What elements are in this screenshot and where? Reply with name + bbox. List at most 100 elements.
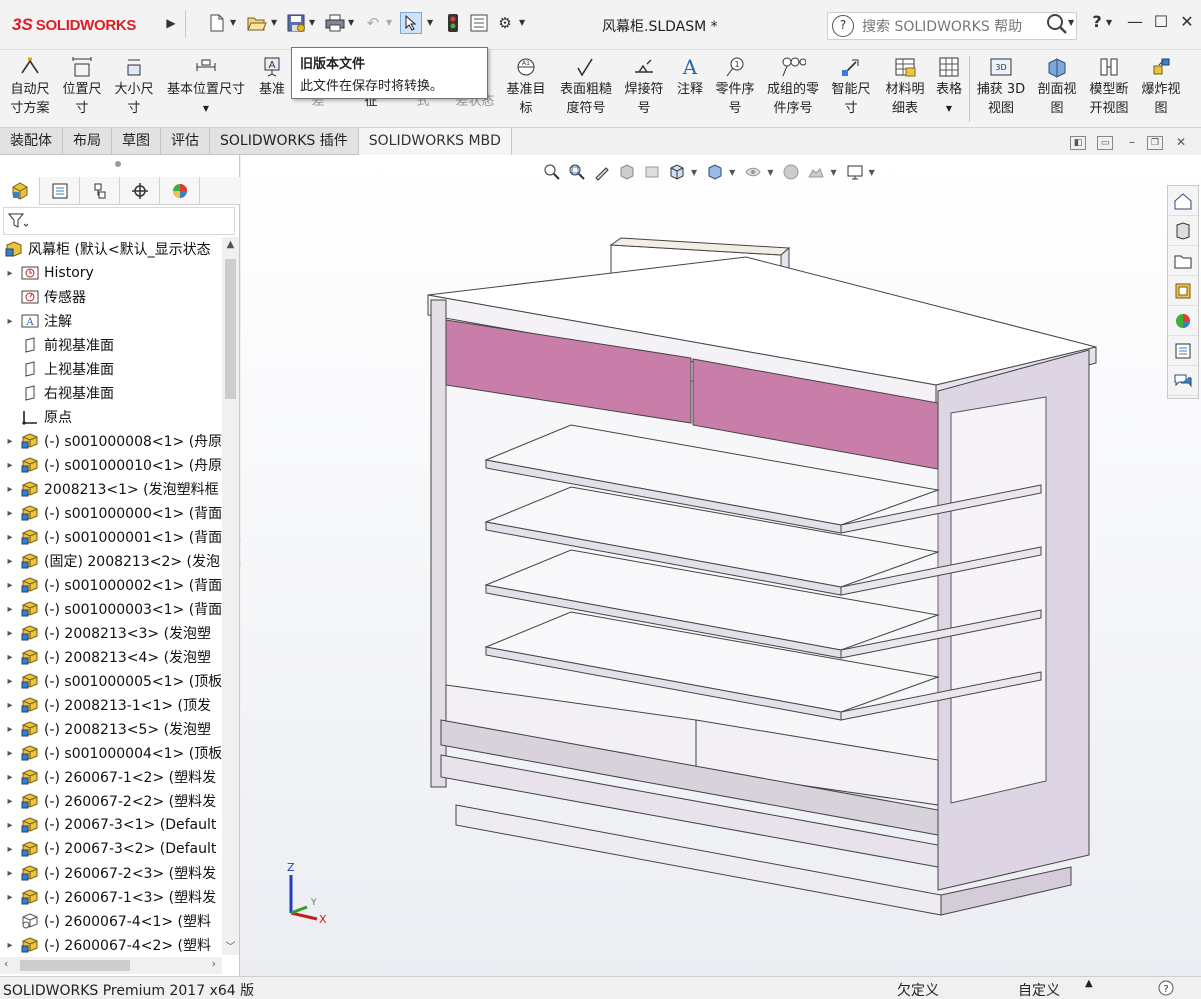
basic-location-dim-button[interactable]: 基本位置尺寸 ▼ <box>162 54 250 124</box>
doc-restore-icon[interactable]: ❐ <box>1147 136 1163 150</box>
tab-evaluate[interactable]: 评估 <box>161 128 210 155</box>
property-manager-tab-icon[interactable] <box>40 177 80 205</box>
configuration-manager-tab-icon[interactable] <box>80 177 120 205</box>
expand-arrow-icon[interactable]: ▸ <box>0 556 20 567</box>
basic-location-dropdown-icon[interactable]: ▼ <box>162 99 250 118</box>
expand-menu-icon[interactable]: ▶ <box>160 12 182 34</box>
doc-close-icon[interactable]: ✕ <box>1173 136 1189 150</box>
tree-item[interactable]: ▸ (-) 2008213-1<1> (顶发 <box>0 693 222 717</box>
model-break-view-button[interactable]: 模型断 开视图 <box>1084 54 1134 124</box>
expand-arrow-icon[interactable]: ▸ <box>0 436 20 447</box>
close-icon[interactable]: ✕ <box>1176 12 1198 36</box>
surface-finish-button[interactable]: 表面粗糙 度符号 <box>556 54 616 124</box>
expand-arrow-icon[interactable]: ▸ <box>0 940 20 951</box>
help-button[interactable]: ? <box>1086 12 1108 36</box>
tree-item[interactable]: ▸ (-) 260067-1<3> (塑料发 <box>0 885 222 909</box>
search-dropdown-icon[interactable]: ▼ <box>1068 18 1074 27</box>
hscroll-thumb[interactable] <box>20 960 130 971</box>
options-dropdown-icon[interactable]: ▼ <box>519 18 525 27</box>
tree-item[interactable]: ▸ (-) 2008213<5> (发泡塑 <box>0 717 222 741</box>
search-input[interactable]: 搜索 SOLIDWORKS 帮助 <box>862 16 1046 36</box>
tree-item[interactable]: ▸ History <box>0 261 222 285</box>
expand-arrow-icon[interactable]: ▸ <box>0 532 20 543</box>
tab-sketch[interactable]: 草图 <box>112 128 161 155</box>
scroll-left-icon[interactable]: ‹ <box>4 957 8 970</box>
location-dim-button[interactable]: 位置尺 寸 <box>58 54 106 124</box>
undo-dropdown-icon[interactable]: ▼ <box>386 18 392 27</box>
select-dropdown-icon[interactable]: ▼ <box>427 18 433 27</box>
tree-item[interactable]: ▸ (-) 20067-3<1> (Default <box>0 813 222 837</box>
note-button[interactable]: A 注释 <box>672 54 708 124</box>
tree-item[interactable]: ▸ 2008213<1> (发泡塑料框 <box>0 477 222 501</box>
view-palette-icon[interactable] <box>1168 276 1198 306</box>
solidworks-logo[interactable]: 3S SOLIDWORKS <box>12 10 154 40</box>
viewport-restore-icon[interactable]: ◧ <box>1070 136 1086 150</box>
tab-layout[interactable]: 布局 <box>63 128 112 155</box>
expand-arrow-icon[interactable]: ▸ <box>0 772 20 783</box>
tree-vertical-scrollbar[interactable]: ▲ ﹀ <box>222 237 239 955</box>
custom-properties-icon[interactable] <box>1168 336 1198 366</box>
tree-filter[interactable] <box>3 207 235 235</box>
help-icon[interactable]: ? <box>1157 979 1175 999</box>
select-icon[interactable] <box>400 12 422 34</box>
section-view-button[interactable]: 剖面视 图 <box>1033 54 1081 124</box>
explode-view-button[interactable]: 爆炸视 图 <box>1137 54 1185 124</box>
rebuild-icon[interactable] <box>442 12 464 34</box>
expand-arrow-icon[interactable]: ▸ <box>0 628 20 639</box>
tree-item[interactable]: ▸ (-) s001000002<1> (背面 <box>0 573 222 597</box>
undo-icon[interactable]: ↶ <box>362 12 384 34</box>
help-circle-icon[interactable]: ? <box>832 15 854 37</box>
expand-arrow-icon[interactable]: ▸ <box>0 652 20 663</box>
expand-arrow-icon[interactable]: ▸ <box>0 700 20 711</box>
tree-item[interactable]: ▸ (固定) 2008213<2> (发泡 <box>0 549 222 573</box>
expand-arrow-icon[interactable]: ▸ <box>0 316 20 327</box>
weld-symbol-button[interactable]: 焊接符 号 <box>620 54 668 124</box>
filter-icon[interactable] <box>8 212 28 230</box>
tree-horizontal-scrollbar[interactable]: ‹ › <box>0 957 222 974</box>
size-dim-button[interactable]: 大小尺 寸 <box>110 54 158 124</box>
expand-arrow-icon[interactable]: ▸ <box>0 748 20 759</box>
tree-item[interactable]: 前视基准面 <box>0 333 222 357</box>
tree-item[interactable]: ▸ (-) s001000008<1> (舟原 <box>0 429 222 453</box>
expand-arrow-icon[interactable]: ▸ <box>0 868 20 879</box>
panel-grip[interactable] <box>115 161 121 167</box>
tree-item[interactable]: 上视基准面 <box>0 357 222 381</box>
save-dropdown-icon[interactable]: ▼ <box>309 18 315 27</box>
expand-arrow-icon[interactable]: ▸ <box>0 676 20 687</box>
open-dropdown-icon[interactable]: ▼ <box>271 18 277 27</box>
appearances-icon[interactable] <box>1168 306 1198 336</box>
expand-arrow-icon[interactable]: ▸ <box>0 460 20 471</box>
print-dropdown-icon[interactable]: ▼ <box>348 18 354 27</box>
new-document-icon[interactable] <box>206 12 228 34</box>
scroll-up-icon[interactable]: ▲ <box>222 239 239 250</box>
tree-item[interactable]: ▸ (-) 2600067-4<2> (塑料 <box>0 933 222 955</box>
expand-arrow-icon[interactable]: ▸ <box>0 844 20 855</box>
maximize-icon[interactable]: ☐ <box>1150 12 1172 36</box>
tab-assembly[interactable]: 装配体 <box>0 128 63 155</box>
graphics-area[interactable]: ▼ ▼ ▼ ▼ ▼ Z Y X <box>241 155 1201 976</box>
smart-dim-button[interactable]: 智能尺 寸 <box>828 54 874 124</box>
expand-arrow-icon[interactable]: ▸ <box>0 796 20 807</box>
print-icon[interactable] <box>324 12 346 34</box>
tree-item[interactable]: ▸ (-) s001000004<1> (顶板 <box>0 741 222 765</box>
tree-item[interactable]: 右视基准面 <box>0 381 222 405</box>
tree-item[interactable]: ▸ (-) s001000003<1> (背面 <box>0 597 222 621</box>
forum-icon[interactable] <box>1168 366 1198 396</box>
datum-target-button[interactable]: A1 基准目 标 <box>503 54 549 124</box>
scroll-thumb[interactable] <box>225 259 236 399</box>
tree-item[interactable]: ▸ (-) s001000005<1> (顶板 <box>0 669 222 693</box>
feature-manager-tab-icon[interactable] <box>0 177 40 205</box>
tree-item[interactable]: ▸ (-) 2008213<4> (发泡塑 <box>0 645 222 669</box>
table-button[interactable]: 表格 ▼ <box>932 54 966 124</box>
search-help-box[interactable]: ? 搜索 SOLIDWORKS 帮助 <box>827 12 1077 40</box>
tree-item[interactable]: ▸ (-) 20067-3<2> (Default <box>0 837 222 861</box>
help-dropdown-icon[interactable]: ▼ <box>1106 18 1112 27</box>
tree-item[interactable]: ▸ (-) s001000010<1> (舟原 <box>0 453 222 477</box>
save-icon[interactable] <box>285 12 307 34</box>
expand-arrow-icon[interactable]: ▸ <box>0 484 20 495</box>
file-explorer-icon[interactable] <box>1168 246 1198 276</box>
tab-addins[interactable]: SOLIDWORKS 插件 <box>210 128 359 155</box>
scroll-right-icon[interactable]: › <box>212 957 216 970</box>
tree-item[interactable]: 传感器 <box>0 285 222 309</box>
tab-mbd[interactable]: SOLIDWORKS MBD <box>358 128 512 155</box>
